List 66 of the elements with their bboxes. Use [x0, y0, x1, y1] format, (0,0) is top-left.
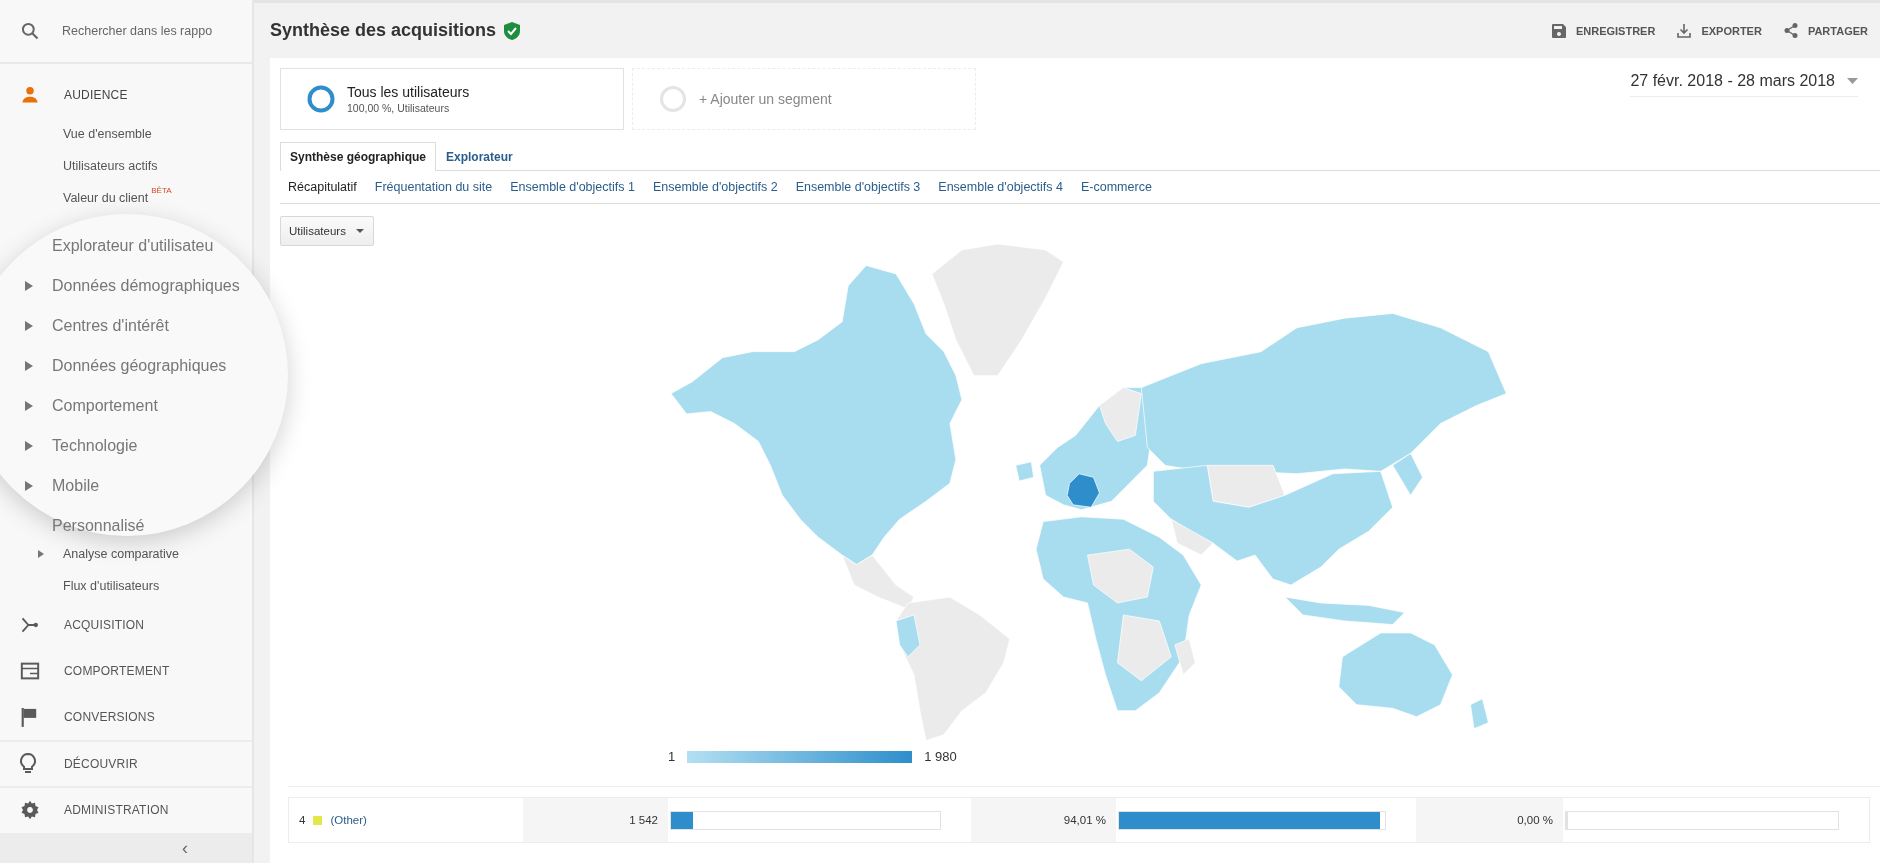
share-icon — [1783, 23, 1798, 38]
nav-item[interactable]: Vue d'ensemble — [0, 118, 160, 150]
ring-icon — [659, 85, 687, 113]
save-icon — [1551, 23, 1566, 38]
expand-arrow-icon — [25, 321, 33, 331]
view-tab[interactable]: Explorateur — [436, 142, 523, 171]
nav-item[interactable]: Mobile — [0, 466, 288, 506]
table-cell: 1 542 — [523, 798, 668, 842]
lightbulb-icon — [20, 753, 36, 775]
expand-arrow-icon — [25, 401, 33, 411]
segment-name: Tous les utilisateurs — [347, 84, 470, 100]
legend-min: 1 — [668, 749, 676, 764]
metric-group-link[interactable]: Ensemble d'objectifs 3 — [795, 180, 921, 194]
download-icon — [1677, 23, 1692, 38]
nav-section[interactable]: COMPORTEMENT — [0, 648, 252, 694]
metric-group-link[interactable]: E-commerce — [1081, 180, 1152, 194]
nav-item[interactable]: Données démographiques — [0, 266, 288, 306]
nav-item[interactable]: Flux d'utilisateurs — [0, 570, 168, 602]
nav-section[interactable]: CONVERSIONS — [0, 694, 252, 740]
metric-group-link[interactable]: Récapitulatif — [288, 180, 357, 194]
caret-icon — [355, 229, 364, 233]
expand-arrow-icon — [25, 441, 33, 451]
nav-item[interactable]: Technologie — [0, 426, 288, 466]
table-cell: 94,01 % — [971, 798, 1116, 842]
expand-arrow-icon — [38, 550, 44, 558]
flag-icon — [20, 707, 38, 727]
expand-arrow-icon — [25, 481, 33, 491]
add-segment-label: + Ajouter un segment — [699, 91, 832, 107]
header-action[interactable]: EXPORTER — [1677, 23, 1762, 38]
segment-card[interactable]: Tous les utilisateurs 100,00 %, Utilisateurs — [280, 68, 624, 130]
table-cell: 0,00 % — [1416, 798, 1563, 842]
nav-item[interactable]: Comportement — [0, 386, 288, 426]
window-icon — [20, 662, 40, 680]
caret-icon — [1847, 78, 1858, 84]
nav-item[interactable]: Utilisateurs actifs — [0, 150, 166, 182]
ring-icon — [307, 85, 335, 113]
report-title: Synthèse des acquisitions — [270, 20, 497, 41]
expand-arrow-icon — [25, 281, 33, 291]
nav-section[interactable]: AUDIENCE — [0, 72, 252, 118]
header-action[interactable]: ENREGISTRER — [1551, 23, 1656, 38]
person-icon — [20, 85, 40, 105]
nav-item[interactable]: Valeur du client $^{BÊTA}$ — [0, 182, 180, 214]
add-segment-card[interactable]: + Ajouter un segment — [632, 68, 976, 130]
search-icon — [20, 21, 40, 41]
branch-icon — [20, 615, 40, 635]
nav-item[interactable]: Données géographiques — [0, 346, 288, 386]
nav-section[interactable]: ADMINISTRATION — [0, 788, 252, 832]
country-link[interactable]: (Other) — [330, 814, 367, 826]
header-action[interactable]: PARTAGER — [1783, 23, 1868, 38]
metric-group-link[interactable]: Ensemble d'objectifs 1 — [510, 180, 635, 194]
metric-dropdown[interactable]: Utilisateurs — [280, 216, 374, 246]
nav-section[interactable]: DÉCOUVRIR — [0, 742, 252, 786]
metric-group-link[interactable]: Ensemble d'objectifs 4 — [938, 180, 1063, 194]
nav-item[interactable]: Centres d'intérêt — [0, 306, 288, 346]
row-rank: 4 — [299, 814, 306, 826]
segment-detail: 100,00 %, Utilisateurs — [347, 102, 451, 114]
date-range-picker[interactable]: 27 févr. 2018 - 28 mars 2018 — [1630, 72, 1858, 97]
metric-group-link[interactable]: Ensemble d'objectifs 2 — [652, 180, 778, 194]
expand-arrow-icon — [25, 361, 33, 371]
legend-max: 1 980 — [924, 749, 957, 764]
settings-icon — [20, 800, 40, 820]
collapse-button[interactable]: ‹ — [178, 837, 192, 859]
view-tab[interactable]: Synthèse géographique — [280, 142, 437, 171]
search-field[interactable]: Rechercher dans les rappo — [62, 24, 212, 38]
nav-section[interactable]: ACQUISITION — [0, 602, 252, 648]
metric-group-link[interactable]: Fréquentation du site — [374, 180, 493, 194]
